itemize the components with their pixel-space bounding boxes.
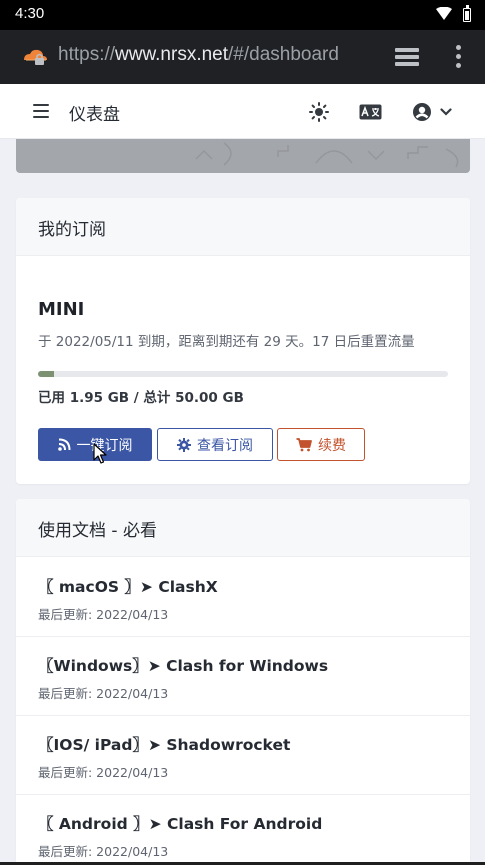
doc-item-ios[interactable]: 〖IOS/ iPad〗➤ Shadowrocket 最后更新: 2022/04/… bbox=[16, 716, 470, 795]
language-icon[interactable] bbox=[359, 104, 382, 120]
wifi-icon bbox=[436, 7, 452, 20]
url-host: www.nrsx.net bbox=[115, 44, 229, 65]
doc-title: 〖 Android 〗➤ Clash For Android bbox=[38, 815, 323, 833]
doc-title: 〖 macOS 〗➤ ClashX bbox=[38, 578, 218, 596]
status-bar: 4:30 bbox=[0, 0, 485, 30]
user-avatar-icon bbox=[413, 103, 431, 121]
traffic-progress-fill bbox=[38, 371, 54, 377]
mouse-cursor-icon bbox=[93, 443, 107, 464]
chevron-down-icon bbox=[440, 108, 452, 116]
doc-item-macos[interactable]: 〖 macOS 〗➤ ClashX 最后更新: 2022/04/13 bbox=[16, 558, 470, 637]
menu-toggle-icon[interactable] bbox=[33, 104, 49, 118]
battery-icon bbox=[463, 5, 471, 22]
banner-pattern-icon bbox=[195, 142, 459, 168]
traffic-progress-bar bbox=[38, 371, 448, 377]
traffic-usage-text: 已用 1.95 GB / 总计 50.00 GB bbox=[38, 390, 244, 406]
plan-name: MINI bbox=[38, 299, 85, 320]
browser-toolbar: https://www.nrsx.net/#/dashboard bbox=[0, 30, 485, 84]
rss-icon bbox=[57, 438, 70, 451]
main-content: 2022-04-11 我的订阅 MINI 于 2022/05/11 到期，距离到… bbox=[0, 139, 485, 865]
doc-item-android[interactable]: 〖 Android 〗➤ Clash For Android 最后更新: 202… bbox=[16, 795, 470, 865]
status-time: 4:30 bbox=[15, 5, 45, 22]
tabs-icon[interactable] bbox=[393, 45, 421, 69]
doc-updated: 最后更新: 2022/04/13 bbox=[38, 844, 169, 859]
url-scheme: https:// bbox=[58, 44, 116, 65]
doc-item-windows[interactable]: 〖Windows〗➤ Clash for Windows 最后更新: 2022/… bbox=[16, 637, 470, 716]
subscription-card-title: 我的订阅 bbox=[16, 198, 470, 256]
notice-banner: 2022-04-11 bbox=[16, 139, 470, 173]
shopping-cart-icon bbox=[296, 437, 312, 451]
docs-card: 使用文档 - 必看 〖 macOS 〗➤ ClashX 最后更新: 2022/0… bbox=[16, 499, 470, 865]
page-title: 仪表盘 bbox=[69, 105, 120, 125]
overflow-menu-icon[interactable] bbox=[452, 43, 466, 71]
doc-updated: 最后更新: 2022/04/13 bbox=[38, 765, 169, 780]
subscription-card: 我的订阅 MINI 于 2022/05/11 到期，距离到期还有 29 天。17… bbox=[16, 198, 470, 484]
banner-date: 2022-04-11 bbox=[38, 139, 150, 142]
address-bar[interactable]: https://www.nrsx.net/#/dashboard bbox=[58, 44, 339, 66]
doc-title: 〖IOS/ iPad〗➤ Shadowrocket bbox=[38, 736, 291, 754]
theme-toggle-icon[interactable] bbox=[309, 102, 329, 122]
renew-button[interactable]: 续费 bbox=[277, 428, 365, 461]
gear-icon bbox=[177, 437, 191, 452]
user-menu[interactable] bbox=[412, 102, 454, 122]
view-subscription-button[interactable]: 查看订阅 bbox=[157, 428, 273, 461]
plan-expiry-text: 于 2022/05/11 到期，距离到期还有 29 天。17 日后重置流量 bbox=[38, 334, 415, 350]
docs-card-title: 使用文档 - 必看 bbox=[16, 499, 470, 557]
renew-label: 续费 bbox=[318, 437, 346, 454]
doc-updated: 最后更新: 2022/04/13 bbox=[38, 607, 169, 622]
view-subscription-label: 查看订阅 bbox=[197, 437, 253, 454]
doc-title: 〖Windows〗➤ Clash for Windows bbox=[38, 657, 329, 675]
doc-updated: 最后更新: 2022/04/13 bbox=[38, 686, 169, 701]
app-header: 仪表盘 bbox=[0, 84, 485, 139]
url-path: /#/dashboard bbox=[228, 44, 339, 65]
site-security-icon[interactable] bbox=[22, 48, 48, 66]
